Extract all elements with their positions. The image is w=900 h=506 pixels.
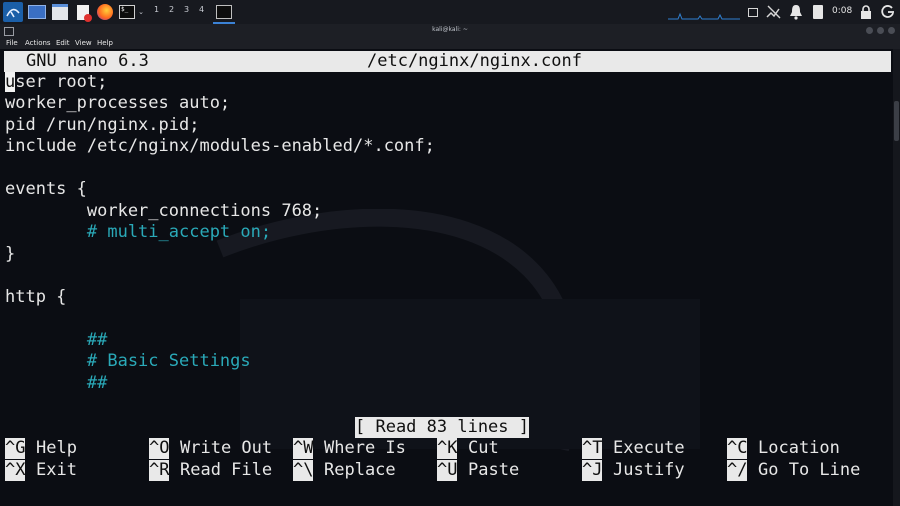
shortcut-key-cut[interactable]: ^K xyxy=(437,438,458,459)
shortcut-label-where-is[interactable]: Where Is xyxy=(324,438,406,459)
window-titlebar[interactable]: kali@kali: ~ xyxy=(0,24,900,38)
editor-comment-line[interactable]: # multi_accept on; xyxy=(5,222,271,243)
shortcut-label-execute[interactable]: Execute xyxy=(613,438,685,459)
menu-edit[interactable]: Edit xyxy=(56,39,70,47)
shortcut-key-paste[interactable]: ^U xyxy=(437,460,458,481)
shortcut-label-exit[interactable]: Exit xyxy=(36,460,77,481)
shortcut-key-read-file[interactable]: ^R xyxy=(149,460,170,481)
editor-line[interactable]: include /etc/nginx/modules-enabled/*.con… xyxy=(5,136,435,157)
nano-filename: /etc/nginx/nginx.conf xyxy=(367,51,582,71)
editor-line[interactable]: } xyxy=(5,244,15,265)
text-cursor: u xyxy=(5,72,16,92)
workspace-4[interactable]: 4 xyxy=(199,5,204,14)
close-button[interactable] xyxy=(888,27,895,34)
maximize-button[interactable] xyxy=(877,27,884,34)
editor-line[interactable]: user root; xyxy=(5,72,107,93)
shortcut-key-execute[interactable]: ^T xyxy=(582,438,603,459)
network-off-icon[interactable] xyxy=(766,4,782,20)
logout-icon[interactable] xyxy=(880,4,896,20)
shortcut-key-location[interactable]: ^C xyxy=(727,438,748,459)
nano-status-message: [ Read 83 lines ] xyxy=(355,417,529,438)
menu-bar: File Actions Edit View Help xyxy=(0,38,900,49)
menu-view[interactable]: View xyxy=(75,39,92,47)
taskbar: $_ ⌄ 1 2 3 4 0:08 xyxy=(0,0,900,25)
chevron-down-icon[interactable]: ⌄ xyxy=(137,2,145,22)
editor-comment-line[interactable]: ## xyxy=(5,373,107,394)
editor-line[interactable]: worker_processes auto; xyxy=(5,93,230,114)
shortcut-label-justify[interactable]: Justify xyxy=(613,460,685,481)
terminal-task-button[interactable] xyxy=(213,2,235,24)
menu-actions[interactable]: Actions xyxy=(25,39,51,47)
desktop-icon[interactable] xyxy=(27,2,47,22)
shortcut-label-location[interactable]: Location xyxy=(758,438,840,459)
shortcut-key-go-to-line[interactable]: ^/ xyxy=(727,460,748,481)
battery-icon[interactable] xyxy=(810,4,826,20)
shortcut-label-replace[interactable]: Replace xyxy=(324,460,396,481)
shortcut-label-write-out[interactable]: Write Out xyxy=(180,438,272,459)
workspace-1[interactable]: 1 xyxy=(154,5,159,14)
editor-comment-line[interactable]: # Basic Settings xyxy=(5,351,251,372)
cpu-graph xyxy=(668,4,740,20)
lock-icon[interactable] xyxy=(858,4,874,20)
clock[interactable]: 0:08 xyxy=(832,6,852,16)
shortcut-label-paste[interactable]: Paste xyxy=(468,460,519,481)
shortcut-label-read-file[interactable]: Read File xyxy=(180,460,272,481)
window-title: kali@kali: ~ xyxy=(432,26,468,33)
editor-comment-line[interactable]: ## xyxy=(5,330,107,351)
shortcut-label-cut[interactable]: Cut xyxy=(468,438,499,459)
editor-line[interactable]: worker_connections 768; xyxy=(5,201,322,222)
nano-version: GNU nano 6.3 xyxy=(26,51,149,71)
notification-bell-icon[interactable] xyxy=(788,4,804,20)
file-manager-icon[interactable] xyxy=(50,2,70,22)
menu-help[interactable]: Help xyxy=(97,39,113,47)
shortcut-key-exit[interactable]: ^X xyxy=(5,460,26,481)
shortcut-key-write-out[interactable]: ^O xyxy=(149,438,170,459)
kali-menu-icon[interactable] xyxy=(3,2,23,22)
menu-file[interactable]: File xyxy=(6,39,18,47)
text-editor-icon[interactable] xyxy=(73,2,93,22)
shortcut-key-help[interactable]: ^G xyxy=(5,438,26,459)
screenshot-icon[interactable] xyxy=(745,4,761,20)
shortcut-key-justify[interactable]: ^J xyxy=(582,460,603,481)
shortcut-key-replace[interactable]: ^\ xyxy=(293,460,314,481)
terminal-launcher-icon[interactable]: $_ xyxy=(117,2,137,22)
shortcut-key-where-is[interactable]: ^W xyxy=(293,438,314,459)
shortcut-label-go-to-line[interactable]: Go To Line xyxy=(758,460,860,481)
workspace-3[interactable]: 3 xyxy=(184,5,189,14)
nano-header: GNU nano 6.3 /etc/nginx/nginx.conf xyxy=(4,51,891,72)
terminal-scrollbar[interactable] xyxy=(893,49,900,506)
shortcut-label-help[interactable]: Help xyxy=(36,438,77,459)
minimize-button[interactable] xyxy=(866,27,873,34)
firefox-icon[interactable] xyxy=(95,2,115,22)
scrollbar-thumb[interactable] xyxy=(894,101,899,141)
workspace-2[interactable]: 2 xyxy=(169,5,174,14)
editor-line[interactable]: pid /run/nginx.pid; xyxy=(5,115,199,136)
editor-line[interactable]: events { xyxy=(5,179,87,200)
editor-line[interactable]: http { xyxy=(5,287,66,308)
